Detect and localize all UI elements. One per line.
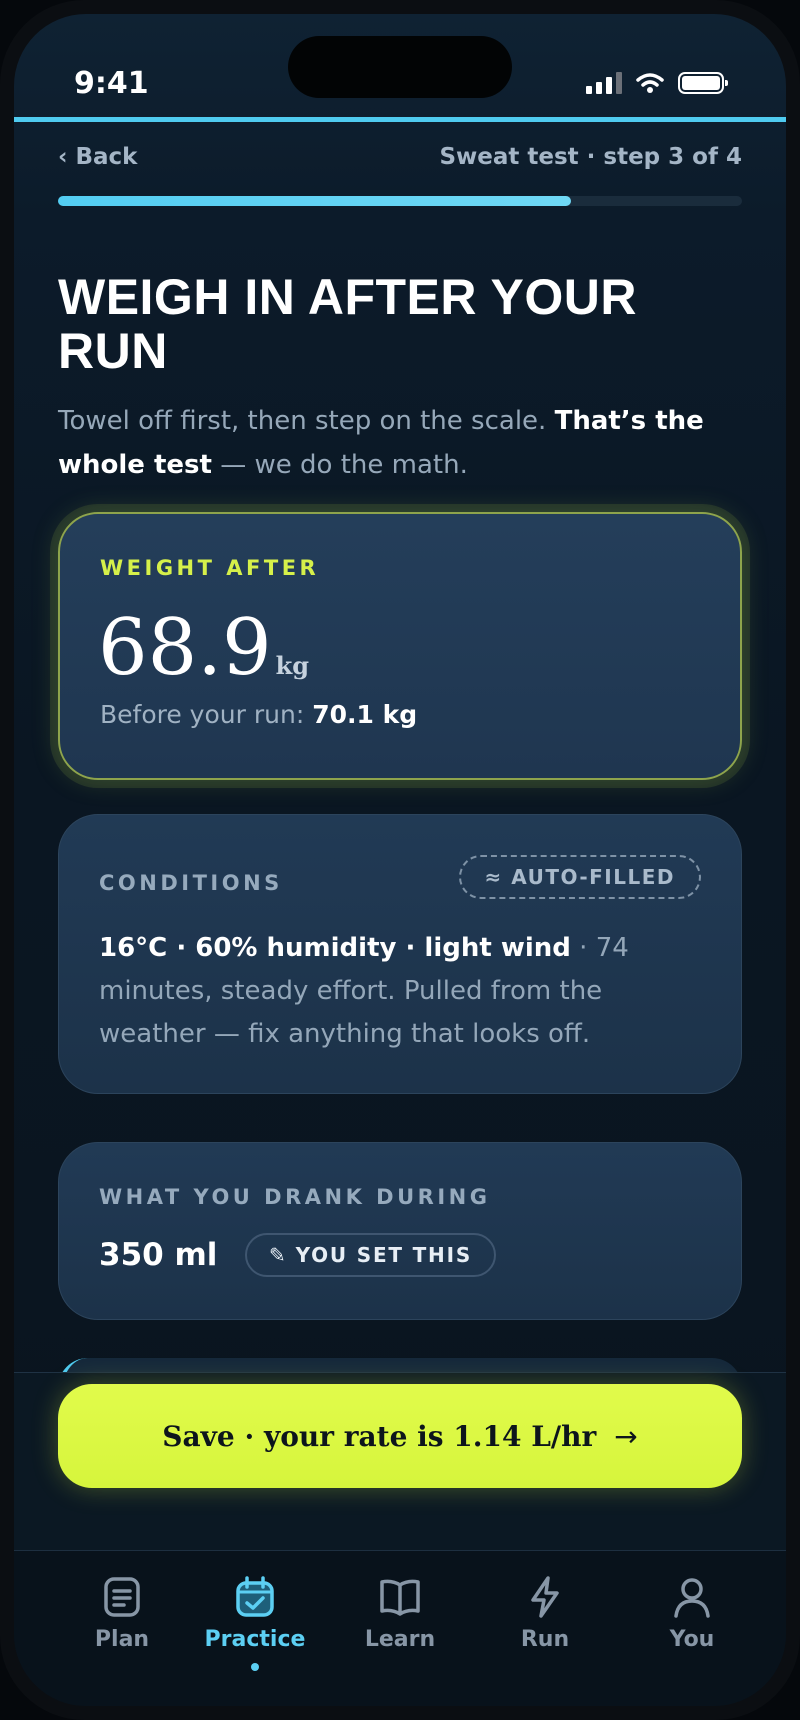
drank-during-label: WHAT YOU DRANK DURING xyxy=(99,1185,491,1209)
tab-bar: Plan Practice Learn Run You xyxy=(14,1550,786,1706)
before-run-label: Before your run: xyxy=(100,700,313,729)
active-tab-indicator xyxy=(251,1663,259,1671)
weight-after-label: WEIGHT AFTER xyxy=(100,556,320,580)
top-accent-line xyxy=(14,117,786,122)
lightning-icon xyxy=(531,1576,559,1618)
progress-bar xyxy=(58,196,742,206)
you-set-this-badge: ✎ YOU SET THIS xyxy=(245,1233,497,1277)
save-button-label: Save · your rate is 1.14 L/hr xyxy=(162,1419,597,1453)
drank-during-card[interactable]: WHAT YOU DRANK DURING 350 ml ✎ YOU SET T… xyxy=(58,1142,742,1320)
back-button[interactable]: ‹ Back xyxy=(58,144,137,170)
conditions-summary: 16°C · 60% humidity · light wind xyxy=(99,933,571,963)
page-subtitle: Towel off first, then step on the scale.… xyxy=(58,399,738,487)
book-icon xyxy=(380,1579,420,1616)
tab-run-label: Run xyxy=(520,1627,570,1652)
auto-filled-badge: ≈ AUTO-FILLED xyxy=(458,855,701,899)
person-icon xyxy=(674,1578,710,1618)
subtitle-text: Towel off first, then step on the scale. xyxy=(58,406,555,436)
tab-you[interactable]: You xyxy=(617,1575,767,1675)
tab-learn[interactable]: Learn xyxy=(325,1575,475,1675)
wifi-icon xyxy=(636,73,664,93)
weight-unit: kg xyxy=(275,651,310,680)
weight-number: 68.9 xyxy=(98,603,272,693)
dynamic-island xyxy=(288,36,512,98)
calendar-check-icon xyxy=(236,1576,274,1617)
progress-fill xyxy=(58,196,571,206)
status-icons xyxy=(586,72,728,94)
weight-after-value[interactable]: 68.9 kg xyxy=(98,606,309,708)
save-button[interactable]: Save · your rate is 1.14 L/hr → xyxy=(58,1384,742,1488)
before-run-value: 70.1 kg xyxy=(312,700,418,729)
status-time: 9:41 xyxy=(74,66,149,101)
page-title: WEIGH IN AFTER YOUR RUN xyxy=(58,269,637,379)
subtitle-text-end: — we do the math. xyxy=(211,450,468,480)
phone-frame: 9:41 ‹ Back Sweat test · step 3 of 4 WEI… xyxy=(0,0,800,1720)
tab-run[interactable]: Run xyxy=(470,1575,620,1675)
pencil-icon: ✎ xyxy=(269,1243,288,1267)
conditions-text: 16°C · 60% humidity · light wind · 74 mi… xyxy=(99,927,699,1056)
arrow-right-icon: → xyxy=(614,1419,638,1453)
weight-after-card[interactable]: WEIGHT AFTER 68.9 kg Before your run: 70.… xyxy=(58,512,742,780)
drank-volume-value[interactable]: 350 ml xyxy=(99,1237,217,1273)
tab-plan-label: Plan xyxy=(94,1627,150,1652)
tab-plan[interactable]: Plan xyxy=(47,1575,197,1675)
document-icon xyxy=(104,1577,140,1617)
tab-practice-label: Practice xyxy=(204,1627,306,1652)
tab-practice[interactable]: Practice xyxy=(180,1575,330,1675)
you-set-this-label: YOU SET THIS xyxy=(295,1243,473,1267)
screen: 9:41 ‹ Back Sweat test · step 3 of 4 WEI… xyxy=(14,14,786,1706)
tab-learn-label: Learn xyxy=(364,1627,436,1652)
before-run-weight: Before your run: 70.1 kg xyxy=(100,700,417,729)
conditions-label: CONDITIONS xyxy=(99,871,283,895)
step-indicator: Sweat test · step 3 of 4 xyxy=(439,144,742,170)
tab-you-label: You xyxy=(669,1627,715,1652)
signal-icon xyxy=(586,72,622,94)
conditions-card[interactable]: CONDITIONS ≈ AUTO-FILLED 16°C · 60% humi… xyxy=(58,814,742,1094)
battery-icon xyxy=(678,72,728,94)
